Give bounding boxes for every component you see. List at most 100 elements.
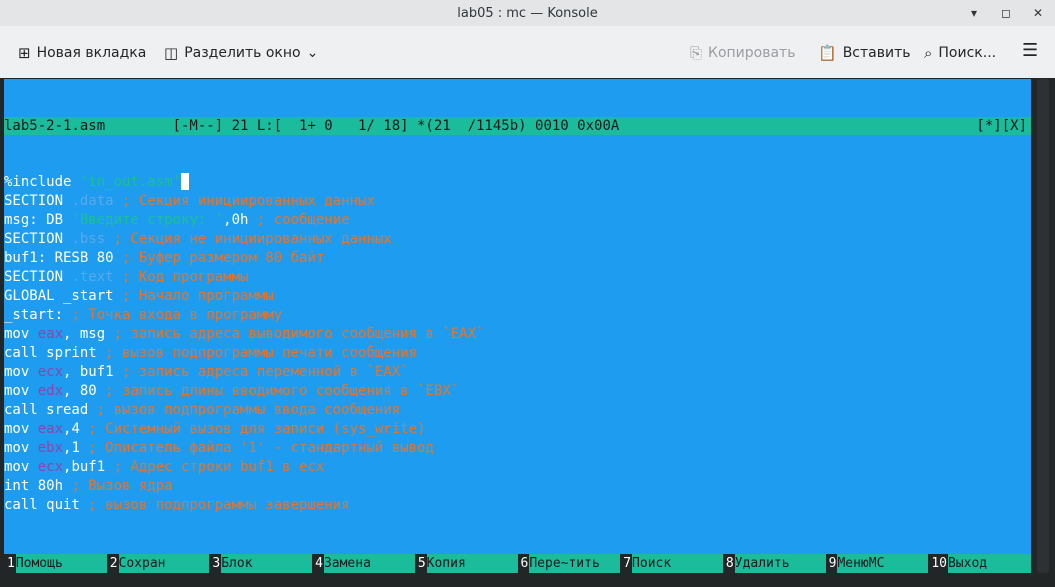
code-line[interactable]: mov eax,4 ; Системный вызов для записи (… — [4, 420, 1031, 439]
code-line[interactable]: SECTION .data ; Секция инициированных да… — [4, 192, 1031, 211]
fkey-4[interactable]: 4 Замена — [312, 554, 415, 573]
fkey-label: Выход — [947, 554, 1032, 573]
fkey-label: Блок — [221, 554, 313, 573]
code-token: eax — [37, 326, 64, 342]
code-token: buf1: RESB 80 — [4, 250, 114, 266]
fkey-number: 10 — [928, 554, 948, 573]
code-token: eax — [37, 421, 64, 437]
fkey-number: 3 — [209, 554, 222, 573]
editor-status-bar: lab5-2-1.asm [-M--] 21 L:[ 1+ 0 1/ 18] *… — [4, 117, 1031, 135]
fkey-number: 8 — [722, 554, 735, 573]
code-token: mov — [4, 364, 38, 380]
fkey-2[interactable]: 2 Сохран — [106, 554, 210, 573]
copy-icon: ⎘ — [690, 44, 703, 62]
close-icon[interactable]: ✕ — [1029, 4, 1047, 22]
code-token: SECTION — [4, 269, 72, 285]
code-token: mov — [4, 421, 38, 437]
function-key-bar: 1 Помощь 2 Сохран 3 Блок 4 Замена 5 Копия 6 Пере~ти… — [4, 554, 1032, 573]
window-title: lab05 : mc — Konsole — [457, 5, 598, 21]
new-tab-icon: ⊞ — [18, 44, 31, 62]
code-token: ,0h — [223, 212, 249, 228]
editor-area[interactable]: lab5-2-1.asm [-M--] 21 L:[ 1+ 0 1/ 18] *… — [4, 79, 1031, 573]
fkey-5[interactable]: 5 Копия — [414, 554, 518, 573]
fkey-label: Замена — [323, 554, 415, 573]
fkey-10[interactable]: 10 Выход — [928, 554, 1032, 573]
code-token: ebx — [37, 440, 64, 456]
code-line[interactable]: call sread ; вызов подпрограммы ввода со… — [4, 401, 1031, 420]
fkey-3[interactable]: 3 Блок — [209, 554, 313, 573]
code-token: call sread — [4, 402, 89, 418]
fkey-label: Поиск — [632, 554, 723, 573]
code-token: ; Код программы — [113, 269, 249, 285]
search-icon: ⌕ — [924, 44, 933, 62]
fkey-8[interactable]: 8 Удалить — [722, 554, 826, 573]
code-token: ; запись адреса выводимого сообщения в `… — [105, 326, 485, 342]
paste-icon: 📋 — [818, 44, 837, 62]
code-line[interactable]: call quit ; вызов подпрограммы завершени… — [4, 496, 1031, 515]
code-line[interactable]: mov ecx, buf1 ; запись адреса переменной… — [4, 363, 1031, 382]
maximize-icon[interactable]: ◻ — [997, 4, 1015, 22]
code-token: ; Начало программы — [113, 288, 274, 304]
chevron-down-icon: ⌄ — [306, 45, 319, 61]
text-cursor — [181, 173, 190, 190]
code-line[interactable]: mov ebx,1 ; Описатель файла '1' - станда… — [4, 439, 1031, 458]
code-token: .data — [71, 193, 114, 209]
code-token: ,buf1 — [63, 459, 106, 475]
fkey-9[interactable]: 9 МенюMC — [825, 554, 929, 573]
code-line[interactable]: mov ecx,buf1 ; Адрес строки buf1 в ecx — [4, 458, 1031, 477]
code-token: ; Системный вызов для записи (sys_write) — [79, 421, 426, 437]
code-token: %include — [4, 174, 80, 190]
code-token: ,1 — [63, 440, 80, 456]
code-token: .bss — [71, 231, 106, 247]
code-line[interactable]: _start: ; Точка входа в программу — [4, 306, 1031, 325]
code-token: ecx — [37, 364, 64, 380]
code-line[interactable]: mov eax, msg ; запись адреса выводимого … — [4, 325, 1031, 344]
fkey-1[interactable]: 1 Помощь — [4, 554, 107, 573]
fkey-label: Помощь — [15, 554, 107, 573]
code-token: ; Секция инициированных данных — [113, 193, 375, 209]
copy-button[interactable]: ⎘ Копировать — [690, 44, 795, 62]
code-token: mov — [4, 326, 38, 342]
fkey-number: 2 — [106, 554, 119, 573]
fkey-7[interactable]: 7 Поиск — [620, 554, 723, 573]
fkey-label: Пере~тить — [529, 554, 621, 573]
status-flags[interactable]: [*][X] — [976, 117, 1027, 135]
menu-button[interactable]: ☰ — [1022, 40, 1038, 61]
code-token: msg: DB — [4, 212, 72, 228]
code-line[interactable]: call sprint ; вызов подпрограммы печати … — [4, 344, 1031, 363]
paste-label: Вставить — [842, 45, 911, 61]
code-token: ; запись адреса переменной в `EAX` — [113, 364, 409, 380]
code-token: ; Секция не инициированных данных — [105, 231, 392, 247]
code-token: ; Точка входа в программу — [63, 307, 283, 323]
code-line[interactable]: mov edx, 80 ; запись длины вводимого соо… — [4, 382, 1031, 401]
fkey-number: 5 — [414, 554, 427, 573]
code-line[interactable]: GLOBAL _start ; Начало программы — [4, 287, 1031, 306]
scrollbar[interactable] — [1037, 79, 1049, 573]
code-token: mov — [4, 383, 38, 399]
code-line[interactable]: buf1: RESB 80 ; Буфер размером 80 байт — [4, 249, 1031, 268]
code-token: ,4 — [63, 421, 80, 437]
code-line[interactable]: SECTION .bss ; Секция не инициированных … — [4, 230, 1031, 249]
fkey-number: 6 — [517, 554, 530, 573]
code-token: ; вызов подпрограммы завершения — [79, 497, 350, 513]
new-tab-button[interactable]: ⊞ Новая вкладка — [18, 44, 146, 62]
code-token: SECTION — [4, 231, 72, 247]
paste-button[interactable]: 📋 Вставить — [818, 44, 910, 62]
code-token: ; вызов подпрограммы ввода сообщения — [88, 402, 401, 418]
code-token: 'Введите строку: ' — [71, 212, 224, 228]
copy-label: Копировать — [708, 45, 796, 61]
fkey-label: МенюMC — [837, 554, 929, 573]
search-button[interactable]: ⌕ Поиск... — [924, 44, 996, 62]
code-token: ecx — [37, 459, 64, 475]
code-token: call sprint — [4, 345, 97, 361]
code-line[interactable]: SECTION .text ; Код программы — [4, 268, 1031, 287]
code-token: 'in_out.asm' — [79, 174, 182, 190]
code-token: edx — [37, 383, 64, 399]
code-line[interactable]: %include 'in_out.asm' — [4, 173, 1031, 192]
code-line[interactable]: int 80h ; Вызов ядра — [4, 477, 1031, 496]
minimize-icon[interactable]: ▾ — [965, 4, 983, 22]
fkey-6[interactable]: 6 Пере~тить — [517, 554, 621, 573]
code-line[interactable]: msg: DB 'Введите строку: ',0h ; сообщени… — [4, 211, 1031, 230]
split-view-button[interactable]: ◫ Разделить окно ⌄ — [164, 44, 318, 62]
fkey-label: Копия — [426, 554, 518, 573]
